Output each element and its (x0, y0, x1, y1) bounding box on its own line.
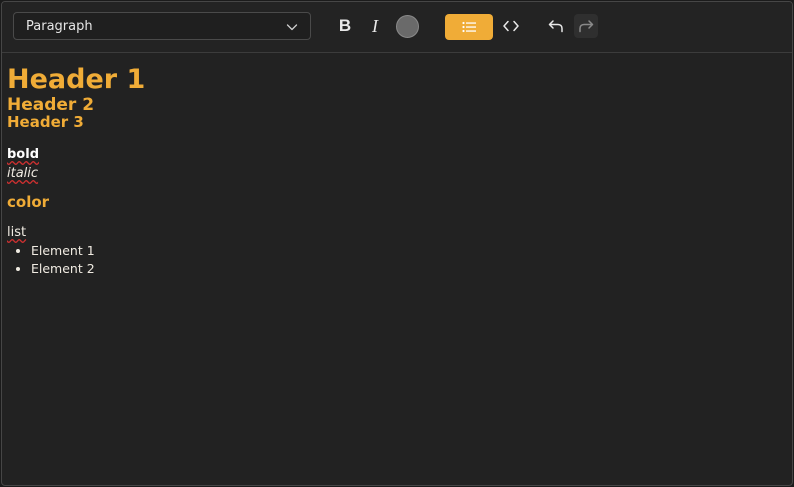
list-item: Element 1 (31, 242, 777, 260)
redo-icon (579, 20, 594, 33)
bold-button[interactable]: B (333, 14, 357, 38)
chevron-down-icon (286, 24, 298, 31)
list-item: Element 2 (31, 260, 777, 278)
editor-content[interactable]: Header 1 Header 2 Header 3 bold italic c… (7, 64, 777, 278)
italic-button[interactable]: I (363, 14, 387, 38)
heading-2: Header 2 (7, 95, 95, 115)
bulleted-list-icon (462, 21, 476, 33)
redo-button[interactable] (574, 14, 598, 38)
block-type-select[interactable]: Paragraph (13, 12, 311, 40)
block-type-value: Paragraph (26, 19, 93, 34)
undo-icon (548, 20, 563, 33)
editor-toolbar: Paragraph B I (2, 2, 792, 53)
heading-1: Header 1 (7, 64, 146, 95)
bold-label: B (338, 16, 352, 35)
bulleted-list-button[interactable] (445, 14, 493, 40)
undo-button[interactable] (544, 14, 568, 38)
colored-text: color (7, 193, 50, 211)
code-icon (503, 20, 519, 32)
heading-3: Header 3 (7, 113, 84, 131)
italic-text: italic (7, 166, 39, 181)
code-button[interactable] (499, 14, 523, 38)
bulleted-list: Element 1 Element 2 (7, 242, 777, 278)
bold-text: bold (7, 147, 39, 162)
text-color-button[interactable] (396, 15, 419, 38)
italic-label: I (372, 15, 378, 36)
list-label: list (7, 225, 27, 240)
rich-text-editor: Paragraph B I Header 1 Header 2 Header 3… (1, 1, 793, 486)
